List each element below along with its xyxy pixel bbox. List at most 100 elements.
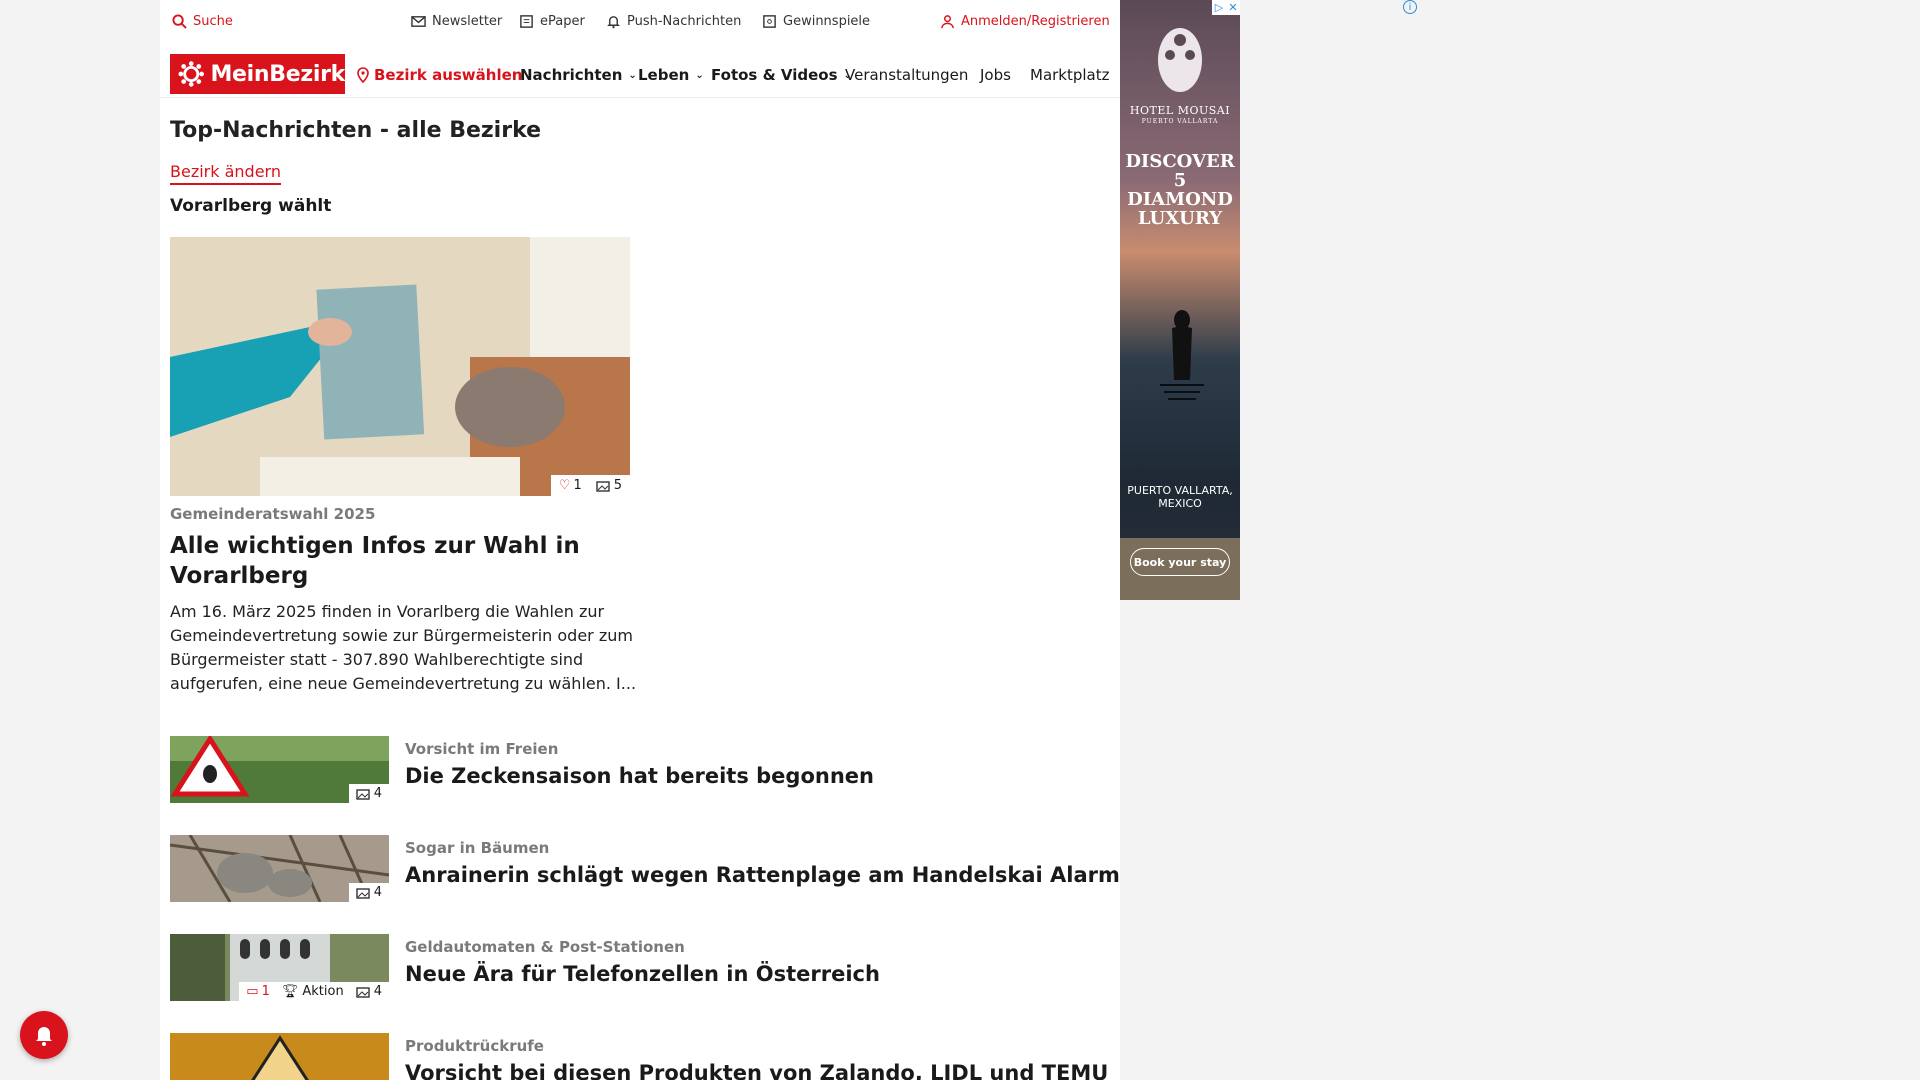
ad-figure	[1160, 310, 1204, 400]
ad-headline: DISCOVER 5 DIAMOND LUXURY	[1125, 151, 1235, 229]
article-kicker: Geldautomaten & Post-Stationen	[405, 938, 685, 956]
contests-link[interactable]: Gewinnspiele	[762, 14, 870, 29]
article-title[interactable]: Die Zeckensaison hat bereits begonnen	[405, 764, 874, 788]
logo-sun-icon	[178, 61, 204, 87]
article-kicker: Vorsicht im Freien	[405, 740, 559, 758]
nav-item-label: Jobs	[980, 66, 1011, 84]
nav-item-marketplace[interactable]: Marktplatz	[1030, 66, 1120, 84]
likes-value: 1	[573, 478, 582, 493]
nav-item-life[interactable]: Leben ⌄	[638, 66, 704, 84]
images-count: 4	[356, 984, 382, 999]
ad-choices-icon[interactable]: ▷	[1212, 0, 1226, 15]
search-link[interactable]: Suche	[172, 14, 233, 29]
ad-controls: ▷ ✕	[1212, 0, 1240, 15]
utility-bar: Suche Newsletter ePaper Push-Nachrichten…	[160, 0, 1120, 46]
search-label: Suche	[193, 14, 233, 29]
gallery-icon	[356, 788, 370, 800]
list-item[interactable]: ▭ 1 🏆︎ Aktion 4 Geldautomaten & Post-Sta…	[170, 934, 1110, 1002]
logo-text: MeinBezirk	[210, 61, 345, 87]
images-count: 4	[356, 885, 382, 900]
mail-icon	[411, 16, 426, 27]
nav-item-label: Leben	[638, 66, 690, 84]
push-label: Push-Nachrichten	[627, 14, 742, 29]
bell-icon	[36, 1027, 52, 1046]
close-icon[interactable]: ✕	[1226, 0, 1240, 15]
ad-brand: HOTEL MOUSAI	[1129, 104, 1231, 117]
article-kicker: Produktrückrufe	[405, 1037, 544, 1055]
change-district-link[interactable]: Bezirk ändern	[170, 162, 281, 185]
hero-badge: ♡ 1 5	[550, 475, 630, 496]
ad-subtitle: PUERTO VALLARTA	[1141, 118, 1219, 125]
article-title[interactable]: Neue Ära für Telefonzellen in Österreich	[405, 962, 880, 986]
comments-value: 1	[261, 984, 270, 999]
ad-cta-button[interactable]: Book your stay	[1130, 548, 1230, 576]
main-nav: MeinBezirk Bezirk auswählen Nachrichten ⌄…	[160, 52, 1120, 98]
article-thumbnail[interactable]	[170, 1033, 389, 1080]
advertisement[interactable]: HOTEL MOUSAI PUERTO VALLARTA DISCOVER 5 …	[1120, 0, 1240, 600]
thumb-badge: ▭ 1 🏆︎ Aktion 4	[239, 982, 389, 1001]
newspaper-icon	[520, 15, 533, 28]
thumb-badge: 4	[348, 784, 389, 803]
images-value: 5	[613, 478, 622, 493]
nav-item-label: Marktplatz	[1030, 66, 1110, 84]
list-item[interactable]: 4 Sogar in Bäumen Anrainerin schlägt weg…	[170, 835, 1120, 903]
subheading: Vorarlberg wählt	[170, 196, 332, 216]
login-label: Anmelden/Registrieren	[961, 14, 1110, 29]
likes-count: ♡ 1	[559, 478, 582, 493]
images-value: 4	[373, 984, 382, 999]
gallery-icon	[356, 887, 370, 899]
action-badge: 🏆︎ Aktion	[282, 984, 344, 999]
nav-item-news[interactable]: Nachrichten ⌄	[520, 66, 637, 84]
images-count: 4	[356, 786, 382, 801]
notification-bell-button[interactable]	[20, 1011, 68, 1059]
comment-icon: ▭	[246, 984, 259, 999]
newsletter-link[interactable]: Newsletter	[411, 14, 502, 29]
chevron-down-icon: ⌄	[628, 69, 637, 81]
contests-label: Gewinnspiele	[783, 14, 871, 29]
article-thumbnail[interactable]: 4	[170, 835, 389, 902]
location-pin-icon	[357, 67, 369, 83]
hero-teaser: Am 16. März 2025 finden in Vorarlberg di…	[170, 602, 637, 693]
heart-icon: ♡	[558, 478, 571, 493]
district-select[interactable]: Bezirk auswählen	[356, 66, 522, 84]
section-title: Top-Nachrichten - alle Bezirke	[170, 118, 542, 143]
hotel-crest-icon	[1158, 28, 1202, 92]
list-item[interactable]: Produktrückrufe Vorsicht bei diesen Prod…	[170, 1033, 1110, 1080]
search-icon	[172, 14, 187, 29]
nav-item-label: Fotos & Videos	[711, 66, 838, 84]
nav-item-label: Nachrichten	[520, 66, 623, 84]
hero-title[interactable]: Alle wichtigen Infos zur Wahl in Vorarlb…	[170, 531, 640, 591]
hero-image[interactable]: ♡ 1 5	[170, 237, 630, 496]
images-count: 5	[596, 478, 622, 493]
epaper-label: ePaper	[540, 14, 585, 29]
action-badge-label: Aktion	[302, 984, 344, 999]
article-thumbnail[interactable]: ▭ 1 🏆︎ Aktion 4	[170, 934, 389, 1001]
page: Suche Newsletter ePaper Push-Nachrichten…	[160, 0, 1120, 1080]
login-link[interactable]: Anmelden/Registrieren	[940, 14, 1110, 29]
user-icon	[941, 15, 954, 29]
nav-item-jobs[interactable]: Jobs	[980, 66, 1011, 84]
article-title[interactable]: Anrainerin schlägt wegen Rattenplage am …	[405, 863, 1120, 887]
article-thumbnail[interactable]: 4	[170, 736, 389, 803]
thumb-badge: 4	[348, 883, 389, 902]
thumbnail-photo	[170, 1033, 389, 1080]
article-kicker: Sogar in Bäumen	[405, 839, 550, 857]
info-icon[interactable]: i	[1403, 0, 1417, 14]
site-logo[interactable]: MeinBezirk	[170, 54, 345, 94]
bell-icon	[607, 16, 620, 29]
nav-item-events[interactable]: Veranstaltungen	[845, 66, 968, 84]
nav-item-label: Veranstaltungen	[845, 66, 969, 84]
trophy-icon: 🏆︎	[281, 984, 299, 999]
epaper-link[interactable]: ePaper	[519, 14, 585, 29]
list-item[interactable]: 4 Vorsicht im Freien Die Zeckensaison ha…	[170, 736, 1110, 804]
article-title[interactable]: Vorsicht bei diesen Produkten von Zaland…	[405, 1061, 1108, 1080]
hero-kicker: Gemeinderatswahl 2025	[170, 505, 376, 523]
district-select-label: Bezirk auswählen	[374, 66, 523, 84]
gallery-icon	[356, 986, 370, 998]
images-value: 4	[373, 885, 382, 900]
ad-location: PUERTO VALLARTA, MEXICO	[1127, 484, 1233, 510]
images-value: 4	[373, 786, 382, 801]
push-link[interactable]: Push-Nachrichten	[606, 14, 741, 29]
comments-count: ▭ 1	[246, 984, 270, 999]
nav-item-photos-videos[interactable]: Fotos & Videos ⌄	[711, 66, 852, 84]
